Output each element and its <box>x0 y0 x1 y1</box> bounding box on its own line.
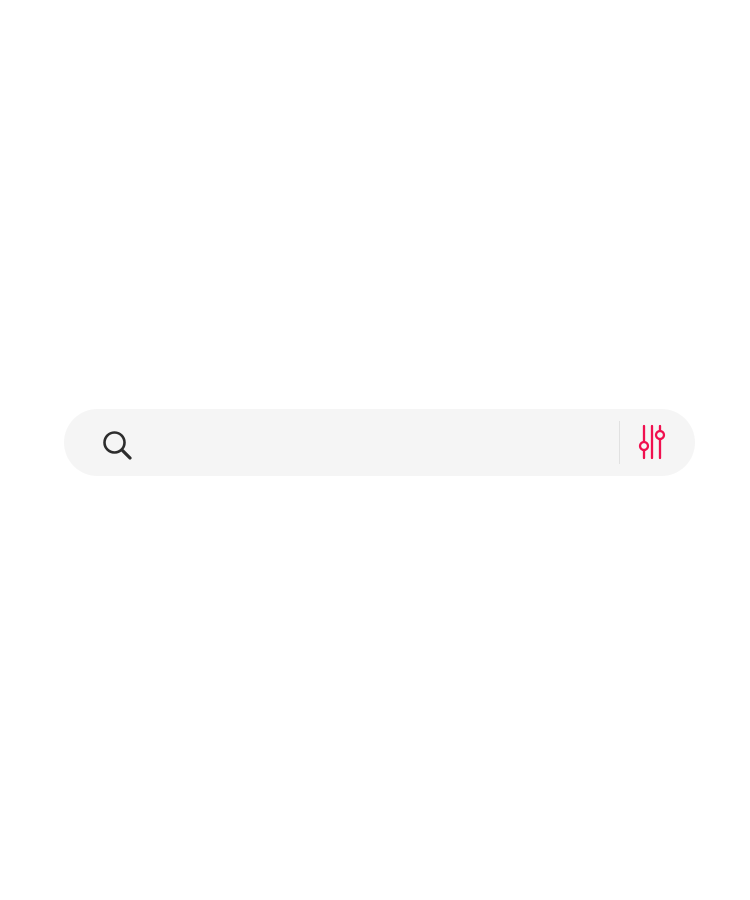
page <box>0 0 750 900</box>
divider <box>619 421 620 464</box>
filter-button[interactable] <box>630 420 674 464</box>
search-icon <box>103 431 132 460</box>
sliders-filter-icon <box>638 424 666 460</box>
search-input[interactable] <box>150 420 605 466</box>
